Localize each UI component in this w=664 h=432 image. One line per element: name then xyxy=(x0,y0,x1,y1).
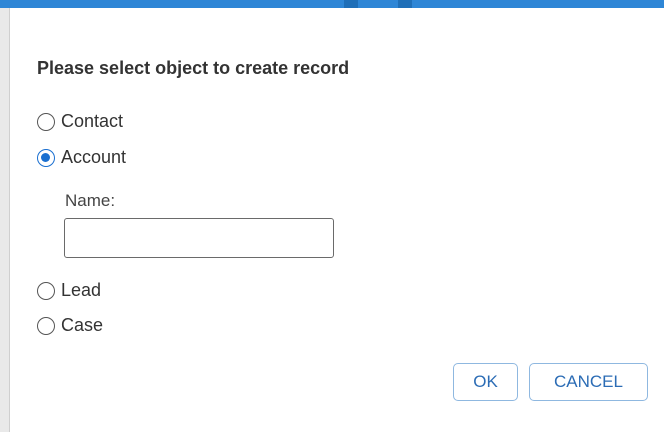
radio-label-contact: Contact xyxy=(61,111,124,131)
name-field-label: Name: xyxy=(65,191,116,210)
top-bar-handle-right xyxy=(398,0,412,8)
radio-label-lead: Lead xyxy=(61,280,102,300)
radio-button-lead[interactable] xyxy=(37,281,55,300)
top-bar-handle-left xyxy=(344,0,358,8)
radio-label-case: Case xyxy=(61,315,104,335)
radio-option-account[interactable]: Account xyxy=(37,147,126,168)
radio-button-account[interactable] xyxy=(37,148,55,167)
radio-button-contact[interactable] xyxy=(37,112,55,131)
cancel-button[interactable]: CANCEL xyxy=(529,363,648,401)
radio-option-case[interactable]: Case xyxy=(37,315,103,336)
dialog-title: Please select object to create record xyxy=(37,58,350,78)
dialog-top-accent-bar xyxy=(0,0,664,8)
create-record-dialog: Please select object to create record Co… xyxy=(12,8,664,432)
background-panel-edge xyxy=(0,8,10,432)
name-input[interactable] xyxy=(64,218,334,258)
ok-button[interactable]: OK xyxy=(453,363,518,401)
radio-label-account: Account xyxy=(61,147,127,167)
radio-option-contact[interactable]: Contact xyxy=(37,111,123,132)
radio-option-lead[interactable]: Lead xyxy=(37,280,101,301)
radio-button-case[interactable] xyxy=(37,316,55,335)
